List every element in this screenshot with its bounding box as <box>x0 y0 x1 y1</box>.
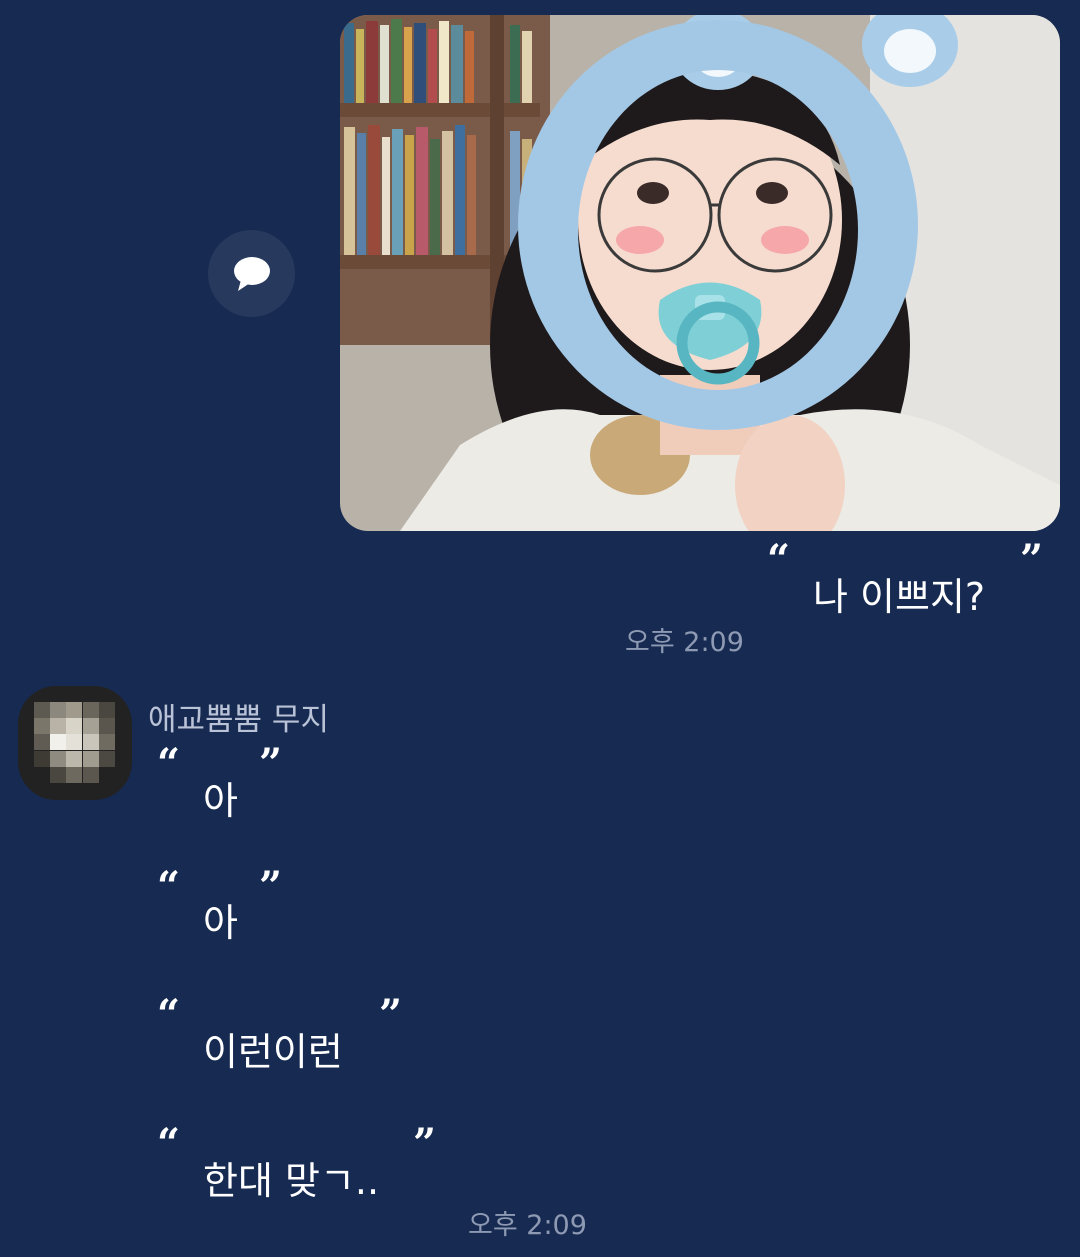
speech-bubble-icon <box>233 256 270 291</box>
open-quote-mark: “ <box>157 991 181 1038</box>
incoming-message-text: 이런이런 <box>203 1030 343 1074</box>
incoming-message-text: 아 <box>203 901 238 945</box>
share-button[interactable] <box>208 230 295 317</box>
selfie-photo <box>340 15 1060 531</box>
avatar[interactable] <box>18 686 132 800</box>
open-quote-mark: “ <box>767 536 791 583</box>
outgoing-message-text: 나 이쁘지? <box>813 575 986 619</box>
sender-name: 애교뿜뿜 무지 <box>148 702 329 738</box>
photo-message[interactable] <box>340 15 1060 531</box>
close-quote-mark: ” <box>1020 536 1044 583</box>
incoming-message-text: 아 <box>203 779 238 823</box>
open-quote-mark: “ <box>157 740 181 787</box>
close-quote-mark: ” <box>413 1120 437 1167</box>
close-quote-mark: ” <box>379 991 403 1038</box>
close-quote-mark: ” <box>259 740 283 787</box>
close-quote-mark: ” <box>259 863 283 910</box>
open-quote-mark: “ <box>157 863 181 910</box>
incoming-message-text: 한대 맞ㄱ.. <box>203 1159 380 1203</box>
incoming-timestamp: 오후 2:09 <box>468 1210 587 1241</box>
open-quote-mark: “ <box>157 1120 181 1167</box>
outgoing-timestamp: 오후 2:09 <box>625 627 744 658</box>
